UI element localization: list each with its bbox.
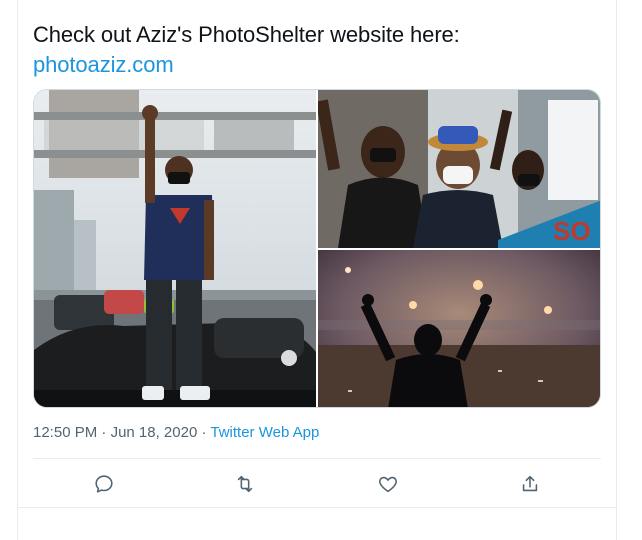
svg-text:SO: SO <box>553 216 591 246</box>
photo-night-tear-gas[interactable] <box>318 250 600 407</box>
share-button[interactable] <box>514 468 546 500</box>
card-left-border <box>17 0 18 540</box>
tweet-text: Check out Aziz's PhotoShelter website he… <box>33 20 460 80</box>
tweet-meta: 12:50 PM · Jun 18, 2020 · Twitter Web Ap… <box>33 424 319 441</box>
tweet-body: Check out Aziz's PhotoShelter website he… <box>33 22 460 47</box>
actions-divider <box>33 458 601 459</box>
photo-crowd-masks[interactable]: SO <box>318 90 600 248</box>
tweet-time[interactable]: 12:50 PM <box>33 424 97 441</box>
tweet-source-app[interactable]: Twitter Web App <box>210 424 319 441</box>
tweet-actions <box>33 468 601 500</box>
meta-separator: · <box>197 424 211 441</box>
card-right-border <box>616 0 617 540</box>
like-button[interactable] <box>372 468 404 500</box>
reply-icon <box>95 475 113 493</box>
photo-protester-fist-car[interactable] <box>34 90 316 407</box>
retweet-button[interactable] <box>229 468 261 500</box>
reply-button[interactable] <box>88 468 120 500</box>
media-grid: SO <box>33 89 601 408</box>
retweet-icon <box>237 475 253 493</box>
tweet-link[interactable]: photoaziz.com <box>33 50 460 80</box>
meta-separator: · <box>97 424 111 441</box>
tweet-date[interactable]: Jun 18, 2020 <box>111 424 198 441</box>
share-icon <box>522 475 538 492</box>
card-bottom-border <box>17 507 617 508</box>
like-icon <box>379 476 397 493</box>
